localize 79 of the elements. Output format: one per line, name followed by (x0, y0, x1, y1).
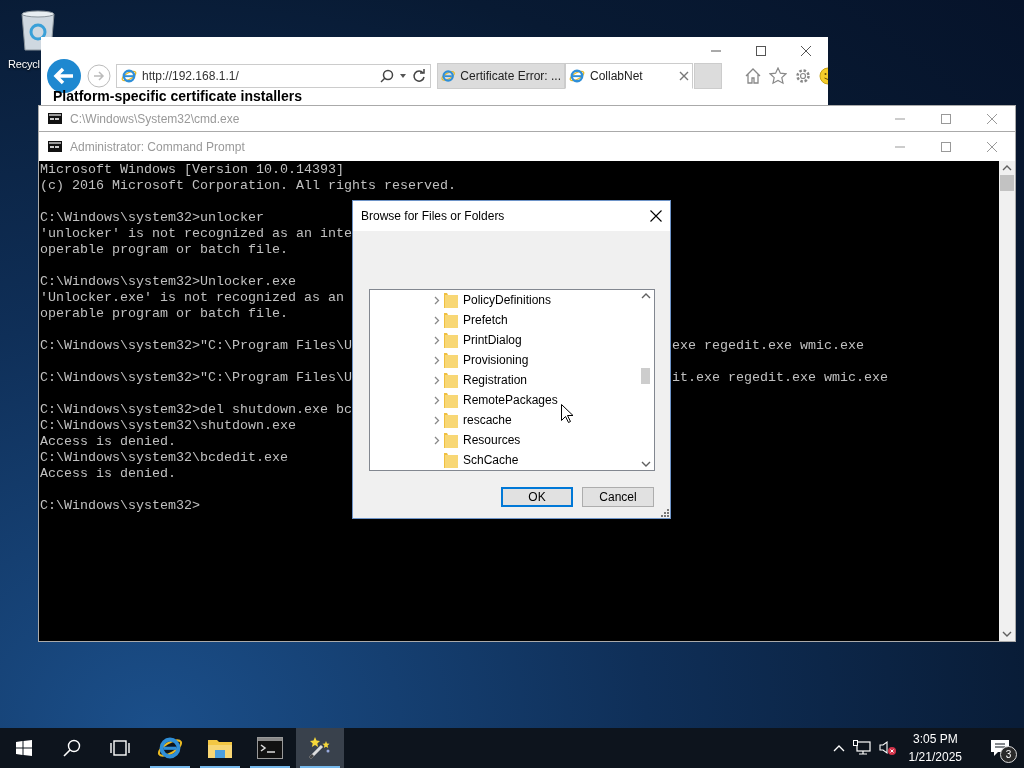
browser-tab[interactable]: CollabNet (565, 63, 693, 89)
folder-icon (444, 332, 458, 348)
dialog-button[interactable]: OK (501, 487, 573, 507)
folder-name[interactable]: RemotePackages (463, 393, 558, 407)
window-title: C:\Windows\System32\cmd.exe (70, 111, 241, 126)
close-icon[interactable] (800, 45, 812, 57)
console-line: exe regedit.exe wmic.exe (672, 338, 864, 354)
folder-icon (444, 432, 458, 448)
page-icon (441, 68, 456, 84)
scroll-thumb[interactable] (1000, 175, 1014, 191)
folder-icon[interactable] (207, 737, 233, 759)
console-line: operable program or batch file. (40, 242, 288, 257)
scrollbar[interactable] (999, 161, 1015, 641)
folder-name[interactable]: SchCache (463, 453, 519, 467)
window-title: Administrator: Command Prompt (70, 139, 246, 154)
resize-grip-icon[interactable] (660, 508, 669, 517)
console-line: C:\Windows\system32>del shutdown.exe bc (40, 402, 352, 417)
search-icon[interactable] (380, 69, 394, 83)
caret-up-icon[interactable] (832, 744, 845, 752)
folder-name[interactable]: Registration (463, 373, 528, 387)
folder-icon (444, 372, 458, 388)
folder-icon (444, 452, 458, 468)
folder-icon (444, 292, 458, 308)
console-line: C:\Windows\system32\bcdedit.exe (40, 450, 288, 465)
folder-icon (444, 352, 458, 368)
console-line: Microsoft Windows [Version 10.0.14393] (40, 162, 344, 177)
network-icon[interactable] (852, 740, 871, 756)
notification-count: 3 (1000, 746, 1017, 763)
console-icon (48, 141, 62, 152)
browser-icon[interactable] (157, 735, 183, 761)
refresh-icon[interactable] (412, 69, 426, 83)
folder-icon (444, 412, 458, 428)
start-icon[interactable] (16, 740, 32, 756)
close-tab-icon[interactable] (679, 71, 689, 81)
console-line: C:\Windows\system32>"C:\Program Files\U (40, 338, 352, 353)
volume-muted-icon[interactable] (878, 740, 897, 756)
page-heading: Platform-specific certificate installers (53, 89, 302, 104)
folder-name[interactable]: Resources (463, 433, 521, 447)
folder-name[interactable]: rescache (463, 413, 512, 427)
home-icon[interactable] (744, 67, 762, 85)
page-icon (569, 68, 585, 84)
maximize-icon[interactable] (755, 45, 767, 57)
console-line: C:\Windows\system32\shutdown.exe (40, 418, 296, 433)
console-line: operable program or batch file. (40, 306, 288, 321)
address-bar[interactable]: http://192.168.1.1/ (116, 64, 431, 88)
scroll-thumb[interactable] (641, 368, 650, 384)
folder-icon (444, 312, 458, 328)
dialog-button[interactable]: Cancel (582, 487, 654, 507)
console-line: 'Unlocker.exe' is not recognized as an (40, 290, 344, 305)
console-line: Access is denied. (40, 466, 176, 481)
page-icon (121, 68, 137, 84)
console-line: it.exe regedit.exe wmic.exe (672, 370, 888, 386)
close-icon[interactable] (650, 210, 662, 222)
terminal-icon[interactable] (257, 737, 283, 759)
console-line: Access is denied. (40, 434, 176, 449)
console-line: C:\Windows\system32>unlocker (40, 210, 264, 225)
search-icon[interactable] (63, 739, 81, 757)
console-line: (c) 2016 Microsoft Corporation. All rights reserved. (40, 178, 456, 193)
folder-icon (444, 392, 458, 408)
star-icon[interactable] (769, 67, 787, 85)
folder-name[interactable]: PrintDialog (463, 333, 522, 347)
console-line: C:\Windows\system32>"C:\Program Files\U (40, 370, 352, 385)
dialog-title: Browse for Files or Folders (361, 209, 506, 223)
clock-time[interactable]: 3:05 PM (912, 730, 958, 748)
clock-date[interactable]: 1/21/2025 (908, 748, 962, 766)
console-line: C:\Windows\system32> (40, 498, 200, 513)
browser-tab[interactable]: Certificate Error: ... (437, 63, 565, 89)
folder-name[interactable]: Prefetch (463, 313, 508, 327)
task-view-icon[interactable] (109, 740, 131, 756)
settings-icon[interactable] (794, 67, 812, 85)
console-line: 'unlocker' is not recognized as an inte (40, 226, 352, 241)
folder-name[interactable]: PolicyDefinitions (463, 293, 552, 307)
taskbar-app[interactable] (296, 728, 344, 768)
console-icon (48, 113, 62, 124)
dropdown-icon[interactable] (399, 72, 407, 80)
desktop-icon-label[interactable]: Recycl (8, 58, 40, 70)
folder-name[interactable]: Provisioning (463, 353, 529, 367)
console-line: C:\Windows\system32>Unlocker.exe (40, 274, 296, 289)
mouse-pointer-icon (561, 404, 573, 423)
